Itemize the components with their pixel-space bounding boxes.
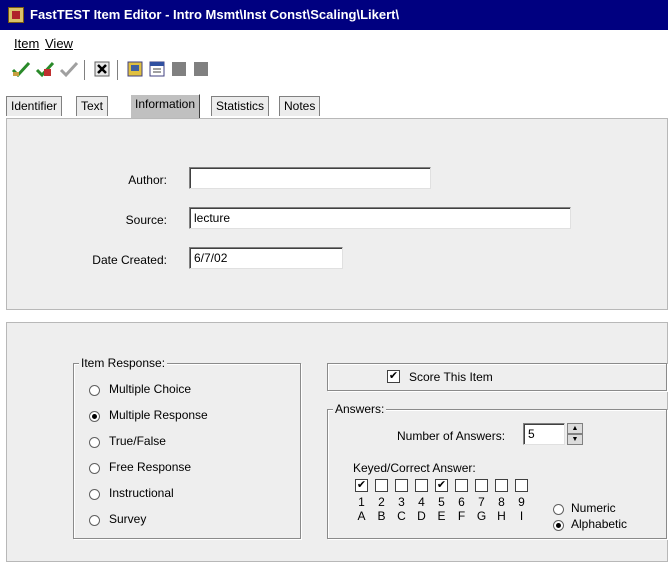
source-label: Source: xyxy=(125,213,167,227)
alphabetic-label: Alphabetic xyxy=(571,517,628,531)
check-add-icon xyxy=(35,61,55,78)
keyed-answer-letter: H xyxy=(497,509,506,523)
check-disabled-button[interactable] xyxy=(58,58,80,80)
date-created-field[interactable]: 6/7/02 xyxy=(189,247,343,269)
item-response-radio[interactable] xyxy=(89,463,100,474)
keyed-answer-letter: G xyxy=(476,509,487,523)
keyed-answer-label: Keyed/Correct Answer: xyxy=(353,461,476,475)
spin-down-button[interactable]: ▼ xyxy=(567,434,583,445)
item-response-option-label: Survey xyxy=(109,512,147,526)
menu-view[interactable]: View xyxy=(45,36,73,51)
source-field[interactable]: lecture xyxy=(189,207,571,229)
save-check-button[interactable] xyxy=(10,58,32,80)
keyed-answer-checkbox[interactable] xyxy=(375,479,388,492)
keyed-answer-checkbox[interactable]: ✔ xyxy=(435,479,448,492)
item-response-radio[interactable] xyxy=(89,411,100,422)
item-response-option-label: Free Response xyxy=(109,460,192,474)
title-bar: FastTEST Item Editor - Intro Msmt\Inst C… xyxy=(0,0,668,30)
keyed-answer-number: 2 xyxy=(378,495,385,509)
toolbar xyxy=(0,58,668,84)
tab-identifier[interactable]: Identifier xyxy=(6,96,63,116)
author-label: Author: xyxy=(128,173,167,187)
list-button[interactable] xyxy=(146,58,168,80)
gray-box-icon xyxy=(172,62,186,76)
date-created-label: Date Created: xyxy=(92,253,167,267)
delete-button[interactable] xyxy=(91,58,113,80)
keyed-answer-number: 4 xyxy=(418,495,425,509)
menu-bar: Item View xyxy=(0,33,668,53)
author-field[interactable] xyxy=(189,167,431,189)
answers-title: Answers: xyxy=(333,402,387,416)
item-response-option-label: True/False xyxy=(109,434,166,448)
keyed-answer-number: 7 xyxy=(478,495,485,509)
down-arrow-icon: ▼ xyxy=(571,436,579,443)
score-label: Score This Item xyxy=(409,370,493,384)
keyed-answer-number: 5 xyxy=(438,495,445,509)
item-response-title: Item Response: xyxy=(79,356,168,370)
numeric-label: Numeric xyxy=(571,501,616,515)
menu-item[interactable]: Item xyxy=(14,36,39,51)
toolbar-separator xyxy=(117,60,119,80)
info-panel: Author: Source: lecture Date Created: 6/… xyxy=(6,118,668,310)
item-response-option-label: Multiple Response xyxy=(109,408,208,422)
window-title: FastTEST Item Editor - Intro Msmt\Inst C… xyxy=(30,7,400,22)
score-box xyxy=(327,363,667,391)
keyed-answer-number: 1 xyxy=(358,495,365,509)
item-response-radio[interactable] xyxy=(89,489,100,500)
keyed-answer-letter: F xyxy=(457,509,466,523)
keyed-answer-number: 6 xyxy=(458,495,465,509)
keyed-answer-letter: D xyxy=(417,509,426,523)
numeric-radio[interactable] xyxy=(553,504,564,515)
keyed-answer-number: 8 xyxy=(498,495,505,509)
keyed-answer-checkbox[interactable] xyxy=(475,479,488,492)
keyed-answer-letter: E xyxy=(437,509,446,523)
keyed-answer-letter: B xyxy=(377,509,386,523)
keyed-answer-checkbox[interactable] xyxy=(455,479,468,492)
keyed-answer-number: 3 xyxy=(398,495,405,509)
keyed-answer-letter: I xyxy=(519,509,524,523)
keyed-answer-checkbox[interactable] xyxy=(415,479,428,492)
menu-view-label: View xyxy=(45,36,73,51)
menu-item-label: Item xyxy=(14,36,40,51)
item-response-radio[interactable] xyxy=(89,437,100,448)
check-disabled-icon xyxy=(59,61,79,78)
check-icon xyxy=(11,61,31,78)
response-panel: Item Response: Multiple Choice Multiple R… xyxy=(6,322,668,562)
delete-icon xyxy=(94,61,110,77)
document-icon xyxy=(127,61,143,77)
list-icon xyxy=(149,61,165,77)
item-response-radio[interactable] xyxy=(89,385,100,396)
tab-strip: Identifier Text Information Statistics N… xyxy=(0,94,668,118)
keyed-answer-checkbox[interactable]: ✔ xyxy=(355,479,368,492)
up-arrow-icon: ▲ xyxy=(571,425,579,432)
item-response-option-label: Multiple Choice xyxy=(109,382,192,396)
keyed-answer-letter: A xyxy=(357,509,366,523)
item-response-radio[interactable] xyxy=(89,515,100,526)
check-add-button[interactable] xyxy=(34,58,56,80)
keyed-answer-checkbox[interactable] xyxy=(515,479,528,492)
spin-up-button[interactable]: ▲ xyxy=(567,423,583,434)
score-checkbox[interactable]: ✔ xyxy=(387,370,400,383)
toolbar-separator xyxy=(84,60,86,80)
gray-box-icon xyxy=(194,62,208,76)
number-of-answers-field[interactable]: 5 xyxy=(523,423,565,445)
tab-information[interactable]: Information xyxy=(130,94,201,118)
alphabetic-radio[interactable] xyxy=(553,520,564,531)
number-of-answers-label: Number of Answers: xyxy=(397,429,506,443)
item-response-option-label: Instructional xyxy=(109,486,174,500)
keyed-answer-checkbox[interactable] xyxy=(495,479,508,492)
keyed-answer-number: 9 xyxy=(518,495,525,509)
tab-text[interactable]: Text xyxy=(76,96,109,116)
keyed-answer-letter: C xyxy=(397,509,406,523)
keyed-answer-checkbox[interactable] xyxy=(395,479,408,492)
tab-statistics[interactable]: Statistics xyxy=(211,96,270,116)
tab-notes[interactable]: Notes xyxy=(279,96,321,116)
disabled-button[interactable] xyxy=(190,58,212,80)
document-button[interactable] xyxy=(124,58,146,80)
disabled-button[interactable] xyxy=(168,58,190,80)
app-icon xyxy=(8,7,24,23)
